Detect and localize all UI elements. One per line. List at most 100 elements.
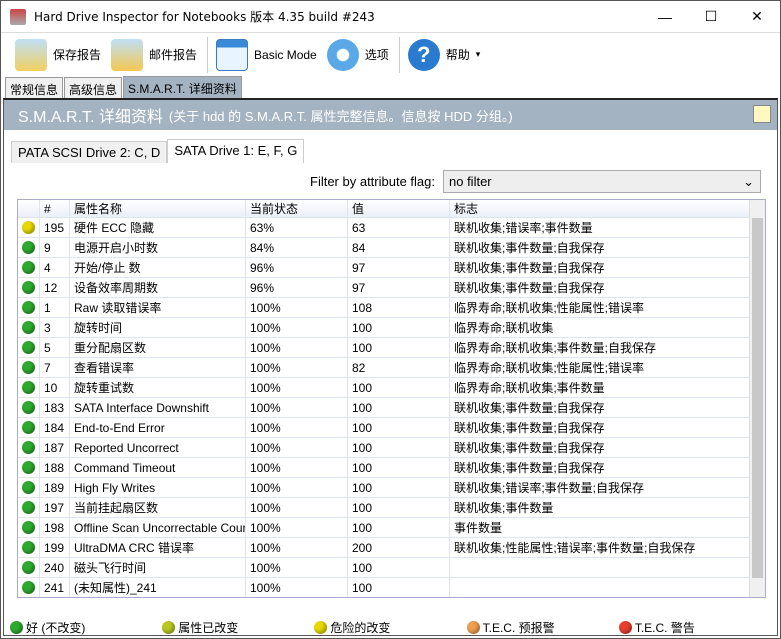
attr-status: 96% <box>246 258 348 277</box>
header-status-pct[interactable]: 当前状态 <box>246 200 348 217</box>
status-cell <box>18 298 40 317</box>
table-row[interactable]: 197 当前挂起扇区数 100% 100 联机收集;事件数量 <box>18 498 765 518</box>
filter-value: no filter <box>449 174 492 189</box>
attr-status: 100% <box>246 518 348 537</box>
attr-name: Raw 读取错误率 <box>70 298 246 317</box>
table-row[interactable]: 4 开始/停止 数 96% 97 联机收集;事件数量;自我保存 <box>18 258 765 278</box>
basic-mode-button[interactable]: Basic Mode <box>216 38 317 71</box>
legend-dot-icon <box>618 621 632 634</box>
attr-status: 100% <box>246 338 348 357</box>
status-cell <box>18 398 40 417</box>
table-row[interactable]: 241 (未知属性)_241 100% 100 <box>18 578 765 597</box>
attr-id: 187 <box>40 438 70 457</box>
attr-status: 100% <box>246 298 348 317</box>
tab-drive-2[interactable]: PATA SCSI Drive 2: C, D <box>11 141 168 163</box>
table-row[interactable]: 12 设备效率周期数 96% 97 联机收集;事件数量;自我保存 <box>18 278 765 298</box>
status-cell <box>18 278 40 297</box>
table-row[interactable]: 240 磁头飞行时间 100% 100 <box>18 558 765 578</box>
attr-name: High Fly Writes <box>70 478 246 497</box>
filter-row: Filter by attribute flag: no filter ⌄ <box>310 170 761 193</box>
chevron-down-icon: ⌄ <box>743 173 754 189</box>
attr-flags <box>450 578 750 597</box>
attr-flags: 联机收集;事件数量;自我保存 <box>450 458 750 477</box>
status-dot-icon <box>22 281 35 294</box>
attr-id: 183 <box>40 398 70 417</box>
table-row[interactable]: 5 重分配扇区数 100% 100 临界寿命;联机收集;事件数量;自我保存 <box>18 338 765 358</box>
table-row[interactable]: 183 SATA Interface Downshift 100% 100 联机… <box>18 398 765 418</box>
attr-flags: 联机收集;事件数量;自我保存 <box>450 258 750 277</box>
attr-status: 100% <box>246 578 348 597</box>
header-status <box>18 200 40 217</box>
attr-name: Command Timeout <box>70 458 246 477</box>
attr-status: 100% <box>246 378 348 397</box>
mail-report-button[interactable]: 邮件报告 <box>111 38 197 71</box>
attr-id: 198 <box>40 518 70 537</box>
filter-select[interactable]: no filter ⌄ <box>443 170 761 193</box>
help-button[interactable]: ? 帮助 ▾ <box>407 38 480 71</box>
attr-id: 3 <box>40 318 70 337</box>
attr-status: 100% <box>246 398 348 417</box>
status-cell <box>18 478 40 497</box>
status-dot-icon <box>22 521 35 534</box>
attr-flags: 联机收集;事件数量 <box>450 498 750 517</box>
attr-flags: 临界寿命;联机收集;性能属性;错误率 <box>450 298 750 317</box>
status-dot-icon <box>22 441 35 454</box>
header-flags[interactable]: 标志 <box>450 200 750 217</box>
table-row[interactable]: 199 UltraDMA CRC 错误率 100% 200 联机收集;性能属性;… <box>18 538 765 558</box>
header-name[interactable]: 属性名称 <box>70 200 246 217</box>
table-row[interactable]: 184 End-to-End Error 100% 100 联机收集;事件数量;… <box>18 418 765 438</box>
attr-name: 当前挂起扇区数 <box>70 498 246 517</box>
attr-id: 9 <box>40 238 70 257</box>
attr-flags: 联机收集;事件数量;自我保存 <box>450 278 750 297</box>
attr-status: 96% <box>246 278 348 297</box>
attr-id: 10 <box>40 378 70 397</box>
attr-id: 188 <box>40 458 70 477</box>
attr-status: 100% <box>246 438 348 457</box>
tab-advanced[interactable]: 高级信息 <box>64 77 123 98</box>
table-row[interactable]: 9 电源开启小时数 84% 84 联机收集;事件数量;自我保存 <box>18 238 765 258</box>
status-cell <box>18 438 40 457</box>
attr-flags: 临界寿命;联机收集;事件数量;自我保存 <box>450 338 750 357</box>
attr-value: 97 <box>348 258 450 277</box>
legend-item: 好 (不改变) <box>10 619 162 636</box>
table-row[interactable]: 10 旋转重试数 100% 100 临界寿命;联机收集;事件数量 <box>18 378 765 398</box>
attr-value: 100 <box>348 578 450 597</box>
table-row[interactable]: 198 Offline Scan Uncorrectable Count 100… <box>18 518 765 538</box>
status-dot-icon <box>22 261 35 274</box>
section-title: S.M.A.R.T. 详细资料 <box>18 109 163 126</box>
tab-smart[interactable]: S.M.A.R.T. 详细资料 <box>123 76 242 98</box>
attr-flags: 联机收集;错误率;事件数量 <box>450 218 750 237</box>
export-icon[interactable] <box>753 105 771 123</box>
attr-status: 100% <box>246 558 348 577</box>
status-cell <box>18 318 40 337</box>
status-dot-icon <box>22 241 35 254</box>
options-button[interactable]: 选项 <box>326 38 389 71</box>
header-id[interactable]: # <box>40 200 70 217</box>
save-report-button[interactable]: 保存报告 <box>15 38 102 71</box>
table-row[interactable]: 195 硬件 ECC 隐藏 63% 63 联机收集;错误率;事件数量 <box>18 218 765 238</box>
attr-value: 100 <box>348 438 450 457</box>
help-label: 帮助 <box>445 48 470 62</box>
attr-flags: 临界寿命;联机收集;事件数量 <box>450 378 750 397</box>
minimize-button[interactable]: — <box>642 9 688 25</box>
close-button[interactable]: ✕ <box>734 8 780 25</box>
table-row[interactable]: 3 旋转时间 100% 100 临界寿命;联机收集 <box>18 318 765 338</box>
table-row[interactable]: 189 High Fly Writes 100% 100 联机收集;错误率;事件… <box>18 478 765 498</box>
attr-value: 97 <box>348 278 450 297</box>
maximize-button[interactable]: ☐ <box>688 8 734 25</box>
attr-id: 197 <box>40 498 70 517</box>
legend-item: T.E.C. 警告 <box>618 619 771 636</box>
table-row[interactable]: 187 Reported Uncorrect 100% 100 联机收集;事件数… <box>18 438 765 458</box>
header-value[interactable]: 值 <box>348 200 450 217</box>
attr-id: 1 <box>40 298 70 317</box>
save-label: 保存报告 <box>53 48 102 62</box>
tab-general[interactable]: 常规信息 <box>5 77 64 98</box>
scrollbar[interactable] <box>749 200 765 597</box>
table-row[interactable]: 1 Raw 读取错误率 100% 108 临界寿命;联机收集;性能属性;错误率 <box>18 298 765 318</box>
tab-drive-1[interactable]: SATA Drive 1: E, F, G <box>167 139 305 163</box>
table-row[interactable]: 188 Command Timeout 100% 100 联机收集;事件数量;自… <box>18 458 765 478</box>
table-row[interactable]: 7 查看错误率 100% 82 临界寿命;联机收集;性能属性;错误率 <box>18 358 765 378</box>
scrollbar-thumb[interactable] <box>752 218 763 578</box>
legend-item: T.E.C. 预报警 <box>466 619 619 636</box>
attr-name: 旋转重试数 <box>70 378 246 397</box>
